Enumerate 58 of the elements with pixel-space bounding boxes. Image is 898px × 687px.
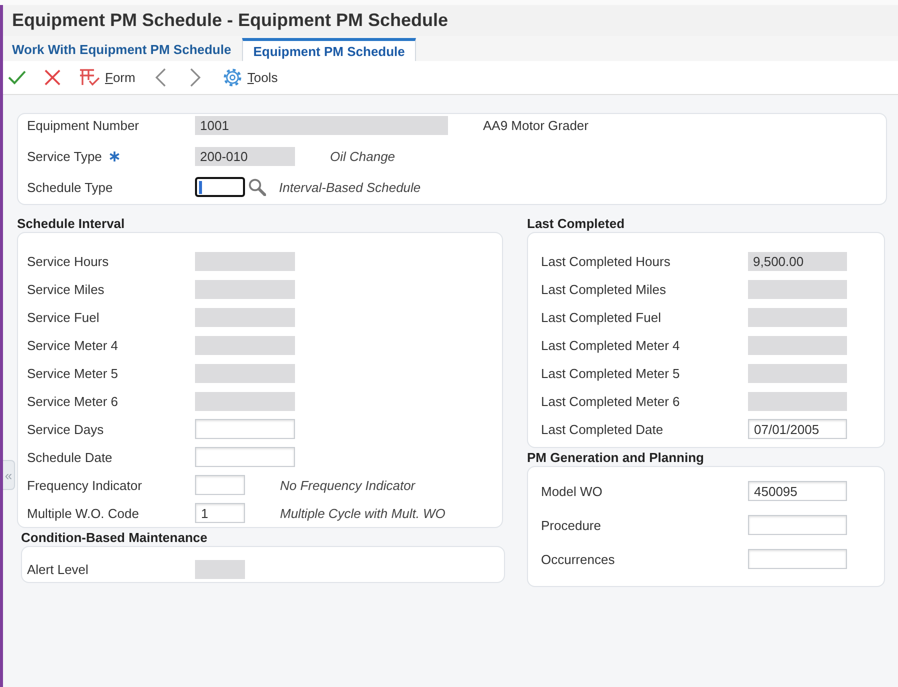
field-caption: AA9 Motor Grader	[483, 118, 588, 132]
field-label: Procedure	[541, 518, 601, 532]
tab[interactable]: Work With Equipment PM Schedule	[12, 38, 242, 61]
readonly-field: 1001	[195, 116, 448, 134]
input-field[interactable]: 07/01/2005	[748, 419, 847, 439]
field-label: Last Completed Hours	[541, 254, 670, 268]
field-label: Multiple W.O. Code	[27, 506, 139, 520]
field-label: Last Completed Meter 6	[541, 394, 680, 408]
field-label: Service Fuel	[27, 310, 100, 324]
field-label: Last Completed Date	[541, 422, 664, 436]
field-label: Occurrences	[541, 552, 615, 566]
field-label: Service Type	[27, 148, 102, 164]
text-cursor-icon	[199, 180, 202, 194]
field-label: Service Days	[27, 422, 104, 436]
section-title: PM Generation and Planning	[527, 449, 705, 466]
section-title: Last Completed	[527, 215, 626, 232]
input-field[interactable]: 450095	[748, 481, 847, 501]
ok-button[interactable]	[8, 70, 26, 85]
field-description: Interval-Based Schedule	[279, 180, 421, 194]
next-button[interactable]	[190, 68, 202, 87]
field-description: Oil Change	[330, 148, 396, 164]
field-label: Service Meter 6	[27, 394, 118, 408]
field-label: Last Completed Fuel	[541, 310, 661, 324]
previous-button[interactable]	[155, 68, 166, 87]
input-field[interactable]	[195, 177, 245, 197]
section-title: Schedule Interval	[17, 215, 126, 232]
form-icon	[79, 68, 100, 87]
search-icon[interactable]	[248, 178, 266, 196]
gear-icon	[223, 68, 242, 87]
cancel-button[interactable]	[44, 69, 61, 86]
check-icon	[8, 70, 26, 85]
field-label: Last Completed Meter 5	[541, 366, 680, 380]
field-label: Equipment Number	[27, 118, 139, 132]
readonly-field	[195, 560, 245, 578]
field-label: Schedule Type	[27, 180, 113, 194]
field-label: Last Completed Miles	[541, 282, 666, 296]
input-field[interactable]: 1	[195, 503, 245, 523]
field-label: Service Meter 5	[27, 366, 118, 380]
field-label: Frequency Indicator	[27, 478, 142, 492]
field-label: Service Miles	[27, 282, 104, 296]
form-menu-button[interactable]: Form	[79, 68, 136, 87]
section-title: Condition-Based Maintenance	[21, 529, 208, 546]
field-label: Service Hours	[27, 254, 109, 268]
readonly-field: 9,500.00	[748, 252, 847, 270]
tab[interactable]: Equipment PM Schedule	[242, 38, 416, 61]
field-label: Alert Level	[27, 562, 88, 576]
tools-menu-button[interactable]: Tools	[223, 68, 278, 87]
field-description: Multiple Cycle with Mult. WO	[280, 506, 446, 520]
window-title: Equipment PM Schedule - Equipment PM Schedule	[12, 10, 448, 31]
field-label: Last Completed Meter 4	[541, 338, 680, 352]
close-icon	[44, 69, 61, 86]
chevron-left-icon	[155, 68, 166, 87]
readonly-field: 200-010	[195, 146, 295, 166]
field-label: Model WO	[541, 484, 602, 498]
chevron-right-icon	[190, 68, 202, 87]
field-label: Schedule Date	[27, 450, 112, 464]
field-description: No Frequency Indicator	[280, 478, 416, 492]
field-label: Service Meter 4	[27, 338, 118, 352]
